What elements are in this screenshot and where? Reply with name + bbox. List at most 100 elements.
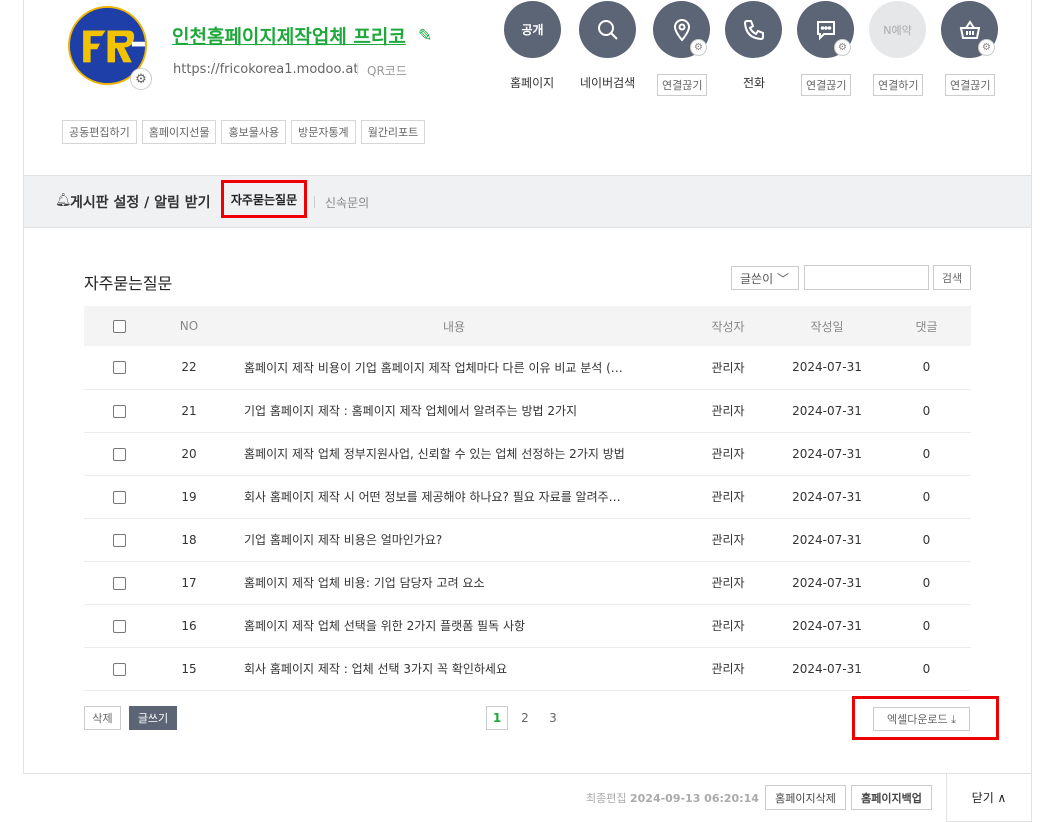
gift-site-button[interactable]: 홈페이지선물 (141, 120, 217, 144)
table-row[interactable]: 15 회사 홈페이지 제작 : 업체 선택 3가지 꼭 확인하세요 관리자 2024-… (84, 647, 971, 691)
list-title: 자주묻는질문 (84, 274, 173, 293)
row-title-link[interactable]: 홈페이지 제작 업체 선택을 위한 2가지 플랫폼 필독 사항 (224, 604, 684, 648)
row-comments: 0 (882, 432, 971, 476)
row-no: 20 (154, 432, 224, 476)
profile-tool-buttons: 공동편집하기 홈페이지선물 홍보물사용 방문자통계 월간리포트 (62, 120, 426, 144)
site-url[interactable]: https://fricokorea1.modoo.at (173, 62, 358, 77)
row-no: 21 (154, 389, 224, 433)
table-row[interactable]: 20 홈페이지 제작 업체 정부지원사업, 신뢰할 수 있는 업체 선정하는 2가… (84, 432, 971, 476)
board-settings-link[interactable]: 게시판 설정 / 알림 받기 (70, 192, 211, 212)
tab-faq[interactable]: 자주묻는질문 (221, 180, 307, 218)
header-no: NO (154, 306, 224, 346)
search-icon (597, 19, 618, 40)
row-no: 15 (154, 647, 224, 691)
last-edit-info: 최종편집 2024-09-13 06:20:14 (586, 790, 759, 806)
store-disconnect-button[interactable]: 연결끊기 (945, 74, 996, 96)
visitor-stats-button[interactable]: 방문자통계 (291, 120, 356, 144)
row-checkbox[interactable] (112, 404, 126, 418)
phone-icon (743, 19, 764, 40)
url-divider (357, 63, 358, 75)
public-toggle-button[interactable]: 공개 (504, 1, 561, 58)
delete-site-button[interactable]: 홈페이지삭제 (765, 785, 846, 810)
search-button[interactable]: 검색 (933, 265, 971, 290)
row-title-link[interactable]: 홈페이지 제작 업체 비용: 기업 담당자 고려 요소 (224, 561, 684, 605)
row-checkbox[interactable] (112, 619, 126, 633)
phone-button[interactable] (725, 1, 782, 58)
table-row[interactable]: 21 기업 홈페이지 제작 : 홈페이지 제작 업체에서 알려주는 방법 2가지 관… (84, 389, 971, 433)
excel-download-button[interactable]: 엑셀다운로드 ⤓ (873, 707, 970, 731)
naver-search-label: 네이버검색 (580, 76, 636, 90)
row-author: 관리자 (684, 432, 772, 476)
write-button[interactable]: 글쓰기 (129, 706, 177, 730)
tab-quick-inquiry[interactable]: 신속문의 (325, 194, 369, 211)
store-gear-icon[interactable]: ⚙ (978, 39, 995, 56)
row-author: 관리자 (684, 389, 772, 433)
row-title-link[interactable]: 회사 홈페이지 제작 : 업체 선택 3가지 꼭 확인하세요 (224, 647, 684, 691)
location-gear-icon[interactable]: ⚙ (690, 39, 707, 56)
row-title-link[interactable]: 홈페이지 제작 업체 정부지원사업, 신뢰할 수 있는 업체 선정하는 2가지 … (224, 432, 684, 476)
row-comments: 0 (882, 604, 971, 648)
search-select-value: 글쓴이 (740, 271, 774, 286)
table-row[interactable]: 18 기업 홈페이지 제작 비용은 얼마인가요? 관리자 2024-07-31 0 (84, 518, 971, 562)
row-title-link[interactable]: 회사 홈페이지 제작 시 어떤 정보를 제공해야 하나요? 필요 자료를 알려주… (224, 475, 684, 519)
page-3[interactable]: 3 (542, 706, 564, 730)
row-no: 19 (154, 475, 224, 519)
row-date: 2024-07-31 (772, 475, 882, 519)
row-author: 관리자 (684, 604, 772, 648)
talk-disconnect-button[interactable]: 연결끊기 (801, 74, 852, 96)
row-author: 관리자 (684, 346, 772, 390)
row-title-link[interactable]: 기업 홈페이지 제작 : 홈페이지 제작 업체에서 알려주는 방법 2가지 (224, 389, 684, 433)
row-no: 18 (154, 518, 224, 562)
select-all-checkbox[interactable] (112, 320, 126, 333)
row-checkbox[interactable] (112, 662, 126, 676)
row-comments: 0 (882, 561, 971, 605)
page-1[interactable]: 1 (486, 706, 508, 730)
row-checkbox[interactable] (112, 533, 126, 547)
table-row[interactable]: 22 홈페이지 제작 비용이 기업 홈페이지 제작 업체마다 다른 이유 비교 분… (84, 346, 971, 390)
row-checkbox[interactable] (112, 447, 126, 461)
site-backup-button[interactable]: 홈페이지백업 (851, 785, 932, 810)
promo-button[interactable]: 홍보물사용 (221, 120, 287, 144)
location-disconnect-button[interactable]: 연결끊기 (657, 74, 708, 96)
row-checkbox[interactable] (112, 490, 126, 504)
row-author: 관리자 (684, 475, 772, 519)
logo-settings-icon[interactable]: ⚙ (130, 68, 152, 90)
co-edit-button[interactable]: 공동편집하기 (62, 120, 137, 144)
row-date: 2024-07-31 (772, 346, 882, 390)
row-author: 관리자 (684, 561, 772, 605)
row-comments: 0 (882, 475, 971, 519)
table-row[interactable]: 19 회사 홈페이지 제작 시 어떤 정보를 제공해야 하나요? 필요 자료를 알… (84, 475, 971, 519)
row-date: 2024-07-31 (772, 561, 882, 605)
phone-label: 전화 (743, 76, 766, 90)
row-title-link[interactable]: 홈페이지 제작 비용이 기업 홈페이지 제작 업체마다 다른 이유 비교 분석 … (224, 346, 684, 390)
header-comments: 댓글 (882, 306, 971, 346)
row-checkbox[interactable] (112, 576, 126, 590)
monthly-report-button[interactable]: 월간리포트 (360, 120, 426, 144)
chevron-down-icon: ﹀ (776, 271, 789, 286)
homepage-label: 홈페이지 (510, 76, 555, 90)
close-button[interactable]: 닫기 ∧ (946, 774, 1032, 822)
edit-pencil-icon[interactable]: ✎ (418, 26, 432, 46)
delete-button[interactable]: 삭제 (84, 706, 121, 730)
row-title-link[interactable]: 기업 홈페이지 제작 비용은 얼마인가요? (224, 518, 684, 562)
table-row[interactable]: 16 홈페이지 제작 업체 선택을 위한 2가지 플랫폼 필독 사항 관리자 2024… (84, 604, 971, 648)
booking-connect-button[interactable]: 연결하기 (873, 74, 924, 96)
search-input[interactable] (804, 265, 929, 290)
tab-divider (314, 196, 315, 208)
last-edit-time: 2024-09-13 06:20:14 (629, 792, 759, 805)
header-content: 내용 (224, 306, 684, 346)
search-field-select[interactable]: 글쓴이 ﹀ (731, 266, 799, 290)
naver-search-button[interactable] (579, 1, 636, 58)
talk-gear-icon[interactable]: ⚙ (834, 39, 851, 56)
row-checkbox[interactable] (112, 361, 126, 375)
chat-icon (816, 20, 835, 40)
naver-booking-button[interactable]: N예약 (869, 1, 926, 58)
table-row[interactable]: 17 홈페이지 제작 업체 비용: 기업 담당자 고려 요소 관리자 2024-07-… (84, 561, 971, 605)
qr-code-link[interactable]: QR코드 (367, 62, 407, 79)
site-title[interactable]: 인천홈페이지제작업체 프리코 (172, 22, 406, 49)
row-date: 2024-07-31 (772, 432, 882, 476)
page-2[interactable]: 2 (514, 706, 536, 730)
last-edit-label: 최종편집 (586, 792, 627, 805)
row-date: 2024-07-31 (772, 604, 882, 648)
table-header-row: NO 내용 작성자 작성일 댓글 (84, 306, 971, 346)
